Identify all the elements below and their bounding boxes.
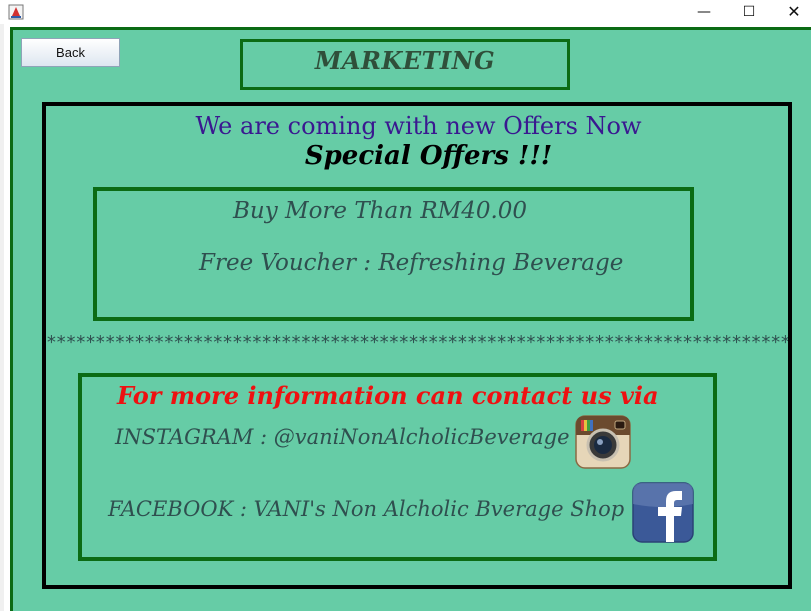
offer-reward: Free Voucher : Refreshing Beverage [199, 250, 624, 276]
offer-condition: Buy More Than RM40.00 [233, 198, 528, 224]
offers-headline: We are coming with new Offers Now [195, 112, 642, 140]
instagram-contact: INSTAGRAM : @vaniNonAlcholicBeverage [115, 425, 570, 449]
close-button[interactable]: ✕ [771, 0, 811, 24]
minimize-button[interactable]: — [681, 0, 727, 24]
page-title: MARKETING [314, 46, 496, 75]
window-titlebar: — ☐ ✕ [0, 0, 811, 24]
contact-heading: For more information can contact us via [117, 381, 659, 410]
instagram-icon [575, 415, 631, 469]
java-app-icon [8, 4, 24, 20]
special-offers-heading: Special Offers !!! [304, 141, 553, 171]
maximize-button[interactable]: ☐ [726, 0, 772, 24]
facebook-contact: FACEBOOK : VANI's Non Alcholic Bverage S… [108, 497, 625, 521]
title-box: MARKETING [240, 39, 570, 90]
asterisk-divider: ****************************************… [46, 332, 788, 353]
back-button[interactable]: Back [21, 38, 120, 67]
facebook-icon [632, 482, 694, 543]
